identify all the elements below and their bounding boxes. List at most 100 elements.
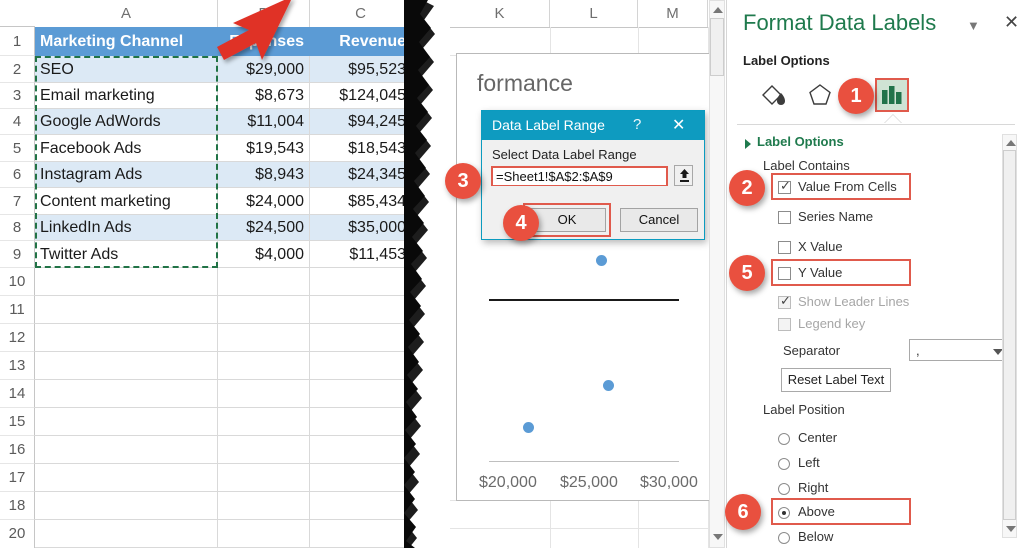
cell-c2[interactable]: $95,523 (310, 56, 412, 83)
scroll-down-icon[interactable] (1006, 526, 1016, 532)
row-header-9[interactable]: 9 (0, 241, 35, 268)
radio-row-center[interactable]: Center (778, 430, 948, 450)
row-header-10[interactable]: 10 (0, 268, 35, 296)
cell-c15[interactable] (310, 408, 412, 436)
cell-c14[interactable] (310, 380, 412, 408)
worksheet-grid-right[interactable]: K L M formance $20,000 $25,000 $30,000 (420, 0, 720, 548)
cell-a15[interactable] (35, 408, 218, 436)
cell-a12[interactable] (35, 324, 218, 352)
scroll-up-icon[interactable] (713, 7, 723, 13)
separator-dropdown[interactable]: , (909, 339, 1009, 361)
cell-b4[interactable]: $11,004 (218, 109, 310, 135)
checkbox-row-value-from-cells[interactable]: Value From Cells (778, 178, 948, 199)
cell-c1[interactable]: Revenue (310, 27, 412, 56)
cell-b9[interactable]: $4,000 (218, 241, 310, 268)
cell-b8[interactable]: $24,500 (218, 215, 310, 241)
scroll-down-icon[interactable] (713, 534, 723, 540)
column-header-c[interactable]: C (310, 0, 412, 27)
row-header-6[interactable]: 6 (0, 162, 35, 188)
chart-data-point[interactable] (523, 422, 534, 433)
effects-icon[interactable] (803, 78, 837, 112)
cell-b14[interactable] (218, 380, 310, 408)
chart-title[interactable]: formance (477, 70, 573, 97)
cell-c12[interactable] (310, 324, 412, 352)
cell-c7[interactable]: $85,434 (310, 188, 412, 215)
cell-a7[interactable]: Content marketing (35, 188, 218, 215)
cell-b3[interactable]: $8,673 (218, 83, 310, 109)
checkbox-y-value[interactable] (778, 267, 791, 280)
row-header-5[interactable]: 5 (0, 135, 35, 162)
column-header-a[interactable]: A (35, 0, 218, 27)
cell-c5[interactable]: $18,543 (310, 135, 412, 162)
checkbox-x-value[interactable] (778, 241, 791, 254)
cell-b15[interactable] (218, 408, 310, 436)
column-header-b[interactable]: B (218, 0, 310, 27)
column-header-m[interactable]: M (638, 0, 708, 27)
radio-center[interactable] (778, 433, 790, 445)
row-header-3[interactable]: 3 (0, 83, 35, 109)
range-picker-icon[interactable] (674, 165, 693, 186)
help-icon[interactable]: ? (633, 116, 641, 133)
pane-scrollbar-thumb[interactable] (1003, 150, 1016, 520)
row-header-7[interactable]: 7 (0, 188, 35, 215)
cell-a19[interactable] (35, 520, 218, 548)
column-header-k[interactable]: K (450, 0, 550, 27)
close-icon[interactable]: ✕ (672, 115, 685, 135)
row-header-13[interactable]: 13 (0, 352, 35, 380)
cell-a17[interactable] (35, 464, 218, 492)
cell-b1[interactable]: Expenses (218, 27, 310, 56)
radio-below[interactable] (778, 532, 790, 544)
checkbox-row-y-value[interactable]: Y Value (778, 265, 948, 285)
cell-a8[interactable]: LinkedIn Ads (35, 215, 218, 241)
close-icon[interactable]: ✕ (1004, 12, 1019, 33)
row-header-15[interactable]: 15 (0, 408, 35, 436)
cell-b5[interactable]: $19,543 (218, 135, 310, 162)
collapse-triangle-icon[interactable] (745, 139, 751, 149)
checkbox-series-name[interactable] (778, 211, 791, 224)
cell-b19[interactable] (218, 520, 310, 548)
cell-b12[interactable] (218, 324, 310, 352)
cell-b2[interactable]: $29,000 (218, 56, 310, 83)
worksheet-scrollbar-track[interactable] (709, 0, 725, 548)
cell-b18[interactable] (218, 492, 310, 520)
checkbox-row-x-value[interactable]: X Value (778, 239, 948, 259)
row-header-1[interactable]: 1 (0, 27, 35, 56)
cell-c16[interactable] (310, 436, 412, 464)
cancel-button[interactable]: Cancel (620, 208, 698, 232)
format-data-labels-pane[interactable]: Format Data Labels ▼ ✕ Label Options Lab… (726, 0, 1024, 548)
cell-a18[interactable] (35, 492, 218, 520)
cell-a1[interactable]: Marketing Channel (35, 27, 218, 56)
fill-line-icon[interactable] (757, 78, 791, 112)
row-header-11[interactable]: 11 (0, 296, 35, 324)
cell-c8[interactable]: $35,000 (310, 215, 412, 241)
row-header-8[interactable]: 8 (0, 215, 35, 241)
cell-a10[interactable] (35, 268, 218, 296)
cell-c18[interactable] (310, 492, 412, 520)
row-header-16[interactable]: 16 (0, 436, 35, 464)
cell-a13[interactable] (35, 352, 218, 380)
radio-row-left[interactable]: Left (778, 455, 948, 475)
cell-a9[interactable]: Twitter Ads (35, 241, 218, 268)
radio-above[interactable] (778, 507, 790, 519)
row-header-20-visible[interactable]: 20 (0, 520, 35, 548)
cell-c17[interactable] (310, 464, 412, 492)
cell-a11[interactable] (35, 296, 218, 324)
cell-a4[interactable]: Google AdWords (35, 109, 218, 135)
chevron-down-icon[interactable]: ▼ (967, 18, 980, 33)
row-header-17[interactable]: 17 (0, 464, 35, 492)
radio-left[interactable] (778, 458, 790, 470)
cell-b13[interactable] (218, 352, 310, 380)
cell-c13[interactable] (310, 352, 412, 380)
cell-a3[interactable]: Email marketing (35, 83, 218, 109)
cell-a16[interactable] (35, 436, 218, 464)
cell-b10[interactable] (218, 268, 310, 296)
row-header-12[interactable]: 12 (0, 324, 35, 352)
chart-data-point[interactable] (603, 380, 614, 391)
cell-a14[interactable] (35, 380, 218, 408)
range-input[interactable] (493, 168, 666, 185)
chart-data-point[interactable] (596, 255, 607, 266)
cell-b16[interactable] (218, 436, 310, 464)
cell-b11[interactable] (218, 296, 310, 324)
reset-label-text-button[interactable]: Reset Label Text (781, 368, 891, 392)
label-options-icon[interactable] (875, 78, 909, 112)
